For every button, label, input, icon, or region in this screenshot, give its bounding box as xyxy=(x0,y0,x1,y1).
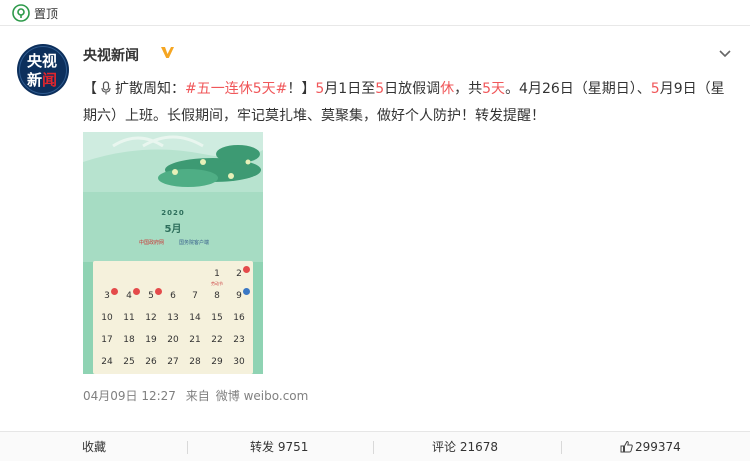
calendar-day: 27 xyxy=(167,357,179,367)
like-count: 299374 xyxy=(635,440,681,454)
calendar-day: 24 xyxy=(101,357,113,367)
calendar-day: 12 xyxy=(145,313,157,323)
post-meta: 04月09日 12:27 来自 微博 weibo.com xyxy=(83,387,314,404)
verified-v-icon xyxy=(161,47,174,58)
calendar-day: 1 xyxy=(214,269,220,279)
calendar-day: 7 xyxy=(192,291,198,301)
poster-month: 5月 xyxy=(164,224,182,235)
calendar-day: 18 xyxy=(123,335,135,345)
thumbs-up-icon xyxy=(620,440,633,453)
calendar-day: 14 xyxy=(189,313,201,323)
calendar-day: 17 xyxy=(101,335,113,345)
calendar-day: 6 xyxy=(170,291,176,301)
avatar-line1: 央视 xyxy=(27,52,58,70)
calendar-day: 11 xyxy=(123,313,135,323)
post-image[interactable]: 2020 5月 中国政府网 国务院客户端 1 劳动节 2 3 4 5 6 7 8 9 10 11 12 1… xyxy=(83,132,263,374)
chevron-down-icon[interactable] xyxy=(718,49,732,59)
author-name[interactable]: 央视新闻 xyxy=(83,45,139,65)
calendar-day: 13 xyxy=(167,313,179,323)
like-button[interactable]: 299374 xyxy=(620,432,681,461)
holiday-badge xyxy=(155,288,162,295)
pinned-bar: 置顶 xyxy=(0,0,750,26)
poster-calendar: 1 劳动节 2 3 4 5 6 7 8 9 10 11 12 13 14 15 16 17 18 19 20 21 22 23… xyxy=(93,261,253,374)
workday-badge xyxy=(243,288,250,295)
calendar-day: 30 xyxy=(233,357,245,367)
poster-org-2: 国务院客户端 xyxy=(179,240,210,246)
weibo-post-card: 央视 新闻 央视新闻 【扩散周知：#五一连休5天#！】5月1日至5日放假调休，共… xyxy=(0,27,750,461)
post-timestamp[interactable]: 04月09日 12:27 xyxy=(83,389,176,403)
calendar-day: 28 xyxy=(189,357,201,367)
collect-button[interactable]: 收藏 xyxy=(82,432,106,461)
calendar-day: 8 xyxy=(214,291,220,301)
holiday-badge xyxy=(111,288,118,295)
calendar-day: 15 xyxy=(211,313,223,323)
poster-org-1: 中国政府网 xyxy=(139,240,165,246)
poster-year: 2020 xyxy=(161,209,185,217)
source-prefix: 来自 xyxy=(185,389,210,403)
calendar-day-note: 劳动节 xyxy=(211,281,223,286)
microphone-icon xyxy=(101,81,111,95)
pin-icon xyxy=(12,4,30,22)
calendar-day: 16 xyxy=(233,313,245,323)
post-text: 【扩散周知：#五一连休5天#！】5月1日至5日放假调休，共5天。4月26日（星期… xyxy=(83,81,725,124)
calendar-day: 21 xyxy=(189,335,201,345)
avatar-line2: 新闻 xyxy=(27,71,58,89)
hashtag-link[interactable]: #五一连休5天# xyxy=(185,81,287,97)
repost-button[interactable]: 转发 9751 xyxy=(250,432,308,461)
calendar-day: 25 xyxy=(123,357,135,367)
calendar-day: 19 xyxy=(145,335,157,345)
calendar-day: 22 xyxy=(211,335,223,345)
calendar-day: 23 xyxy=(233,335,245,345)
holiday-badge xyxy=(133,288,140,295)
calendar-day: 10 xyxy=(101,313,113,323)
calendar-day: 26 xyxy=(145,357,157,367)
comment-button[interactable]: 评论 21678 xyxy=(432,432,498,461)
source-link[interactable]: 微博 weibo.com xyxy=(216,389,309,403)
action-bar: 收藏 转发 9751 评论 21678 299374 xyxy=(0,431,750,461)
pinned-label: 置顶 xyxy=(34,7,59,21)
calendar-day: 20 xyxy=(167,335,179,345)
calendar-day: 29 xyxy=(211,357,223,367)
holiday-badge xyxy=(243,266,250,273)
avatar[interactable]: 央视 新闻 xyxy=(17,44,69,96)
